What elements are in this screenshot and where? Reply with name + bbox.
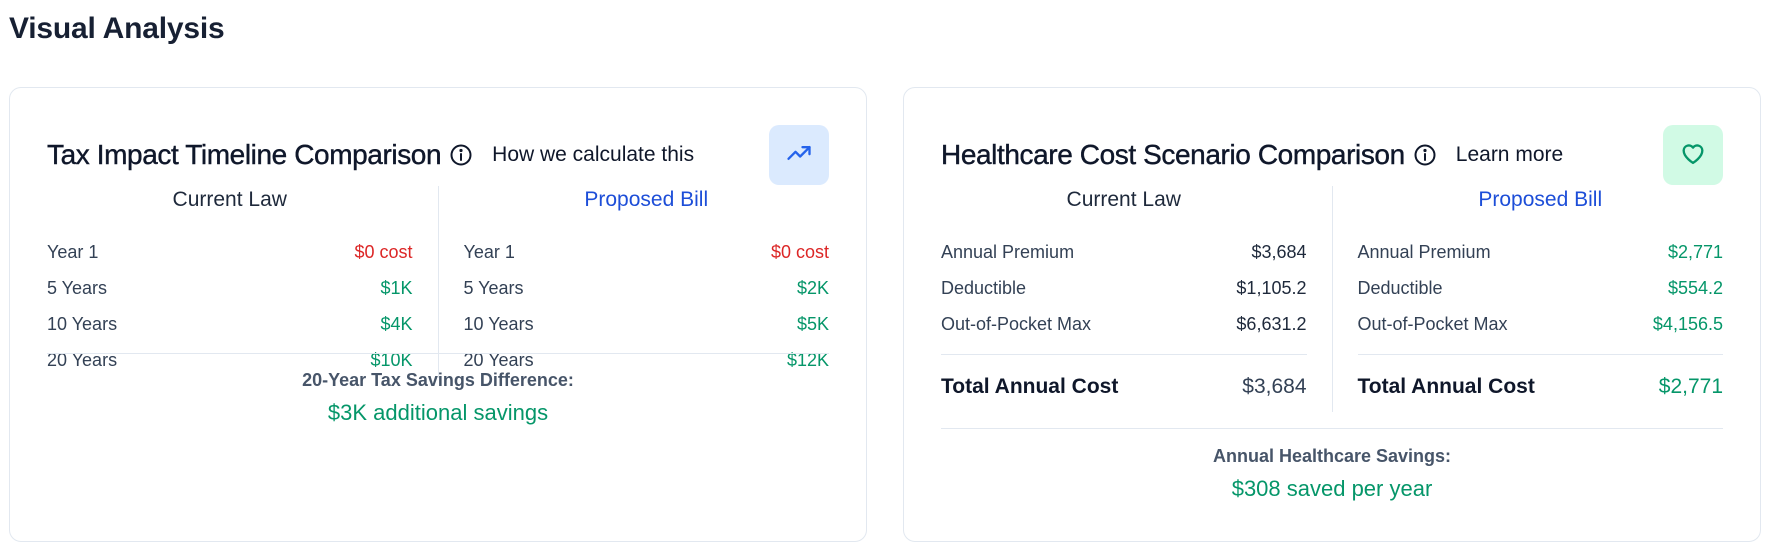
row-label: 10 Years [463,313,534,334]
row-value: $2,771 [1667,241,1723,262]
how-we-calculate-link[interactable]: How we calculate this [492,143,694,167]
tax-summary-label: 20-Year Tax Savings Difference: [302,370,574,390]
row-label: 5 Years [463,277,524,298]
row-label: 10 Years [47,313,118,334]
row-value: $554.2 [1667,277,1723,298]
tax-card-title: Tax Impact Timeline Comparison [47,139,442,170]
row-value: $5K [796,313,829,334]
healthcare-cost-card: Healthcare Cost Scenario Comparison Lear… [903,87,1761,542]
health-current-column: Current Law Annual Premium $3,684 Deducti… [941,186,1333,412]
table-row: Year 1 $0 cost [47,234,413,270]
total-row: Total Annual Cost $2,771 [1357,354,1723,412]
tax-current-heading: Current Law [172,188,287,211]
tax-impact-card: Tax Impact Timeline Comparison How we ca… [9,87,867,542]
table-row: Out-of-Pocket Max $4,156.5 [1358,306,1724,342]
table-row: Annual Premium $2,771 [1358,234,1724,270]
table-row: Deductible $554.2 [1358,270,1724,306]
row-label: Deductible [1357,277,1443,298]
health-current-heading: Current Law [1066,188,1181,211]
row-label: Deductible [941,277,1027,298]
tax-columns: Current Law Year 1 $0 cost 5 Years $1K 10 … [47,186,829,378]
trending-badge [769,125,829,185]
row-value: $3,684 [1251,241,1307,262]
health-columns: Current Law Annual Premium $3,684 Deducti… [941,186,1723,412]
health-proposed-column: Proposed Bill Annual Premium $2,771 Deduc… [1333,186,1724,412]
row-label: Year 1 [47,241,99,262]
learn-more-link[interactable]: Learn more [1456,143,1563,167]
table-row: Out-of-Pocket Max $6,631.2 [941,306,1307,342]
row-value: $6,631.2 [1236,313,1307,334]
tax-summary-value: $3K additional savings [327,400,549,425]
total-row: Total Annual Cost $3,684 [941,354,1307,412]
total-label: Total Annual Cost [941,374,1119,398]
tax-proposed-heading: Proposed Bill [584,188,709,211]
tax-summary: 20-Year Tax Savings Difference: $3K addi… [47,370,829,426]
tax-current-column: Current Law Year 1 $0 cost 5 Years $1K 10 … [47,186,439,378]
info-circle-icon[interactable] [1413,143,1437,167]
info-circle-icon[interactable] [449,143,473,167]
row-label: Annual Premium [941,241,1075,262]
health-summary: Annual Healthcare Savings: $308 saved pe… [941,446,1723,502]
row-value: $0 cost [770,241,829,262]
divider [47,353,829,354]
row-label: Out-of-Pocket Max [1357,313,1508,334]
row-label: Annual Premium [1357,241,1491,262]
row-label: Out-of-Pocket Max [941,313,1092,334]
row-value: $1,105.2 [1236,277,1307,298]
row-label: 5 Years [47,277,108,298]
table-row: Annual Premium $3,684 [941,234,1307,270]
row-value: $4,156.5 [1652,313,1723,334]
total-label: Total Annual Cost [1357,374,1535,398]
table-row: 5 Years $1K [47,270,413,306]
health-card-title: Healthcare Cost Scenario Comparison [941,139,1406,170]
health-summary-label: Annual Healthcare Savings: [1212,446,1452,466]
table-row: Year 1 $0 cost [464,234,830,270]
table-row: 10 Years $5K [464,306,830,342]
health-card-header: Healthcare Cost Scenario Comparison Lear… [941,124,1723,186]
row-value: $2K [796,277,829,298]
row-value: $4K [380,313,413,334]
row-value: $1K [380,277,413,298]
row-label: Year 1 [463,241,515,262]
table-row: 5 Years $2K [464,270,830,306]
table-row: 10 Years $4K [47,306,413,342]
total-value: $3,684 [1242,374,1307,398]
section-title: Visual Analysis [9,12,225,45]
row-value: $0 cost [354,241,413,262]
divider [941,428,1723,429]
heart-icon [1679,139,1707,172]
health-summary-value: $308 saved per year [1231,476,1433,501]
trending-up-icon [785,139,813,172]
heart-badge [1663,125,1723,185]
total-value: $2,771 [1658,374,1723,398]
health-proposed-heading: Proposed Bill [1478,188,1603,211]
tax-card-header: Tax Impact Timeline Comparison How we ca… [47,124,829,186]
table-row: Deductible $1,105.2 [941,270,1307,306]
tax-proposed-column: Proposed Bill Year 1 $0 cost 5 Years $2K 1… [439,186,830,378]
